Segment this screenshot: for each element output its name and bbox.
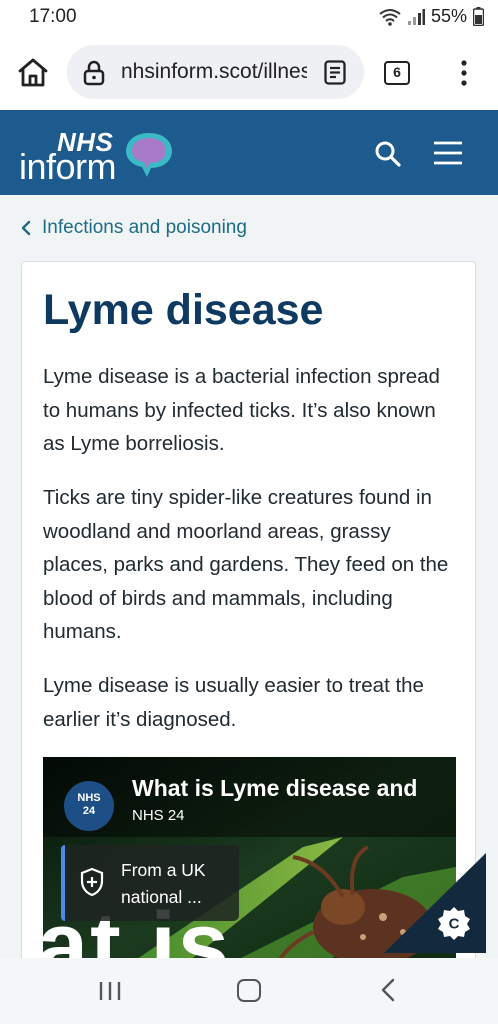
- url-text[interactable]: nhsinform.scot/illness-and-conditions: [121, 60, 307, 84]
- notice-text: From a UK national ...: [121, 860, 206, 907]
- reader-mode-icon[interactable]: [324, 60, 346, 85]
- breadcrumb-link[interactable]: Infections and poisoning: [42, 217, 247, 239]
- back-icon[interactable]: [380, 978, 396, 1002]
- channel-logo-top: NHS: [77, 792, 101, 804]
- search-icon[interactable]: [374, 140, 402, 168]
- wifi-icon: [379, 8, 401, 26]
- browser-toolbar: nhsinform.scot/illness-and-conditions 6: [0, 36, 498, 110]
- notice-accent-bar: [61, 845, 65, 921]
- intro-paragraph: Lyme disease is a bacterial infection sp…: [43, 365, 440, 455]
- signal-icon: [407, 8, 425, 25]
- shield-plus-icon: [80, 867, 104, 897]
- page-title: Lyme disease: [43, 286, 324, 334]
- source-notice[interactable]: From a UK national ...: [61, 845, 239, 921]
- tab-switcher-button[interactable]: 6: [384, 61, 410, 85]
- home-nav-icon[interactable]: [237, 979, 261, 1002]
- url-bar[interactable]: nhsinform.scot/illness-and-conditions: [67, 45, 364, 99]
- treatment-paragraph: Lyme disease is usually easier to treat …: [43, 674, 424, 731]
- status-time: 17:00: [29, 6, 77, 27]
- battery-percent: 55%: [430, 6, 467, 26]
- cookie-settings-icon[interactable]: C: [384, 853, 486, 953]
- cookie-letter: C: [449, 916, 460, 933]
- status-icons: 55%: [379, 6, 484, 27]
- chevron-left-icon: [21, 220, 31, 236]
- video-title[interactable]: What is Lyme disease and: [132, 775, 417, 802]
- more-options-icon[interactable]: [454, 58, 474, 88]
- status-bar: 17:00 55%: [0, 0, 498, 36]
- hamburger-menu-icon[interactable]: [433, 141, 463, 165]
- home-icon[interactable]: [16, 56, 50, 90]
- battery-icon: [473, 7, 484, 26]
- site-header: NHS inform: [0, 110, 498, 195]
- breadcrumb[interactable]: Infections and poisoning: [20, 217, 247, 239]
- system-nav-bar: [0, 958, 498, 1024]
- nhs-inform-logo[interactable]: NHS inform: [19, 126, 179, 187]
- channel-logo-bottom: 24: [82, 805, 96, 817]
- lock-icon[interactable]: [83, 60, 105, 86]
- recents-icon[interactable]: [98, 980, 122, 1002]
- ticks-paragraph: Ticks are tiny spider-like creatures fou…: [43, 486, 449, 643]
- logo-inform-text: inform: [19, 146, 117, 187]
- channel-logo[interactable]: NHS 24: [64, 781, 114, 831]
- video-channel[interactable]: NHS 24: [132, 807, 185, 824]
- speech-bubble-icon: [126, 133, 172, 177]
